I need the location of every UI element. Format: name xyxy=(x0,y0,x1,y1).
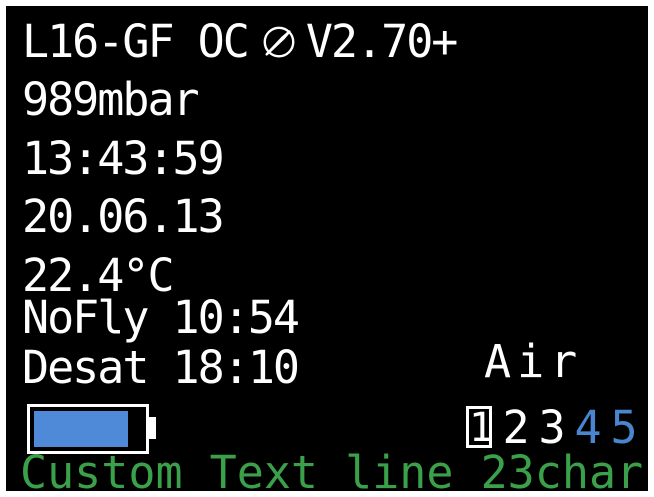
gas-slot-4: 4 xyxy=(574,400,602,454)
gas-label: Air xyxy=(484,335,584,388)
battery-tip xyxy=(149,417,156,439)
model-name: L16-GF OC xyxy=(22,15,250,68)
battery-level xyxy=(34,411,128,447)
time-readout: 13:43:59 xyxy=(22,132,225,185)
firmware-version: V2.70+ xyxy=(305,15,459,68)
gas-slot-2: 2 xyxy=(502,400,530,454)
pressure-readout: 989mbar xyxy=(22,73,200,126)
header-line: L16-GF OC V2.70+ xyxy=(22,15,459,68)
desat-readout: Desat 18:10 xyxy=(22,341,300,394)
gas-slot-3: 3 xyxy=(538,400,566,454)
nofly-readout: NoFly 10:54 xyxy=(22,291,300,344)
custom-text-line: Custom Text line 23char xyxy=(20,446,644,492)
compass-icon xyxy=(263,26,295,58)
dive-computer-screen: L16-GF OC V2.70+ 989mbar 13:43:59 20.06.… xyxy=(6,6,648,491)
gas-slot-5: 5 xyxy=(610,400,638,454)
gas-slot-1: 1 xyxy=(466,406,493,448)
date-readout: 20.06.13 xyxy=(22,190,225,243)
